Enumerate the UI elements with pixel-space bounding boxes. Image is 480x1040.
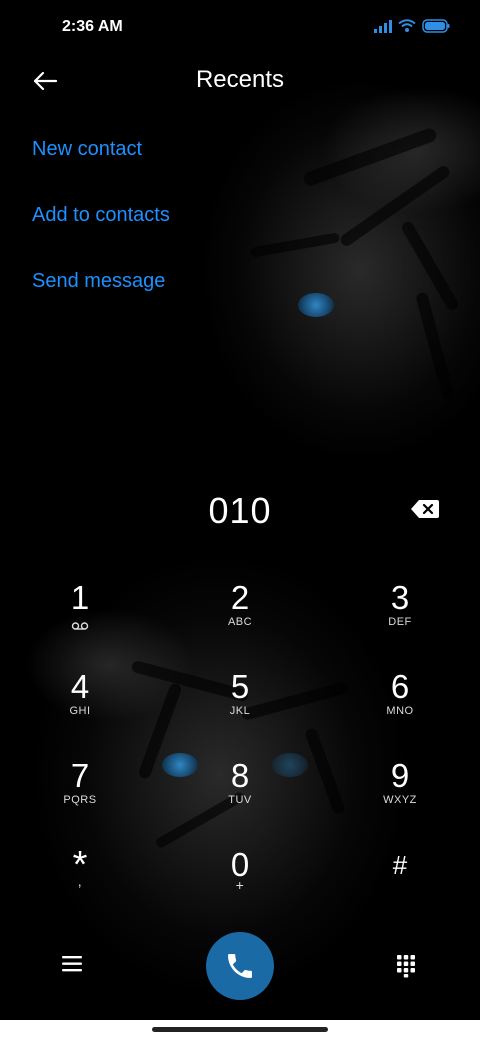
dial-key-5[interactable]: 5 JKL: [180, 667, 300, 747]
phone-icon: [228, 954, 252, 978]
key-letters: WXYZ: [383, 794, 417, 806]
key-digit: 9: [390, 757, 410, 794]
key-letters: GHI: [69, 705, 91, 717]
dialer-bottom-bar: [0, 930, 480, 1010]
new-contact-link[interactable]: New contact: [32, 138, 142, 161]
key-letters: +: [235, 877, 245, 893]
tiger-eye: [298, 293, 334, 317]
header: Recents: [0, 56, 480, 106]
dialpad-icon[interactable]: [396, 954, 416, 978]
status-bar: 2:36 AM: [0, 0, 480, 56]
wifi-icon: [398, 19, 416, 32]
dialed-number: 010: [208, 490, 272, 531]
key-letters: DEF: [388, 616, 412, 628]
dial-key-2[interactable]: 2 ABC: [180, 578, 300, 658]
dial-key-star[interactable]: * ,: [20, 845, 140, 925]
key-letters: ABC: [227, 616, 253, 628]
send-message-link[interactable]: Send message: [32, 270, 165, 293]
add-to-contacts-link[interactable]: Add to contacts: [32, 204, 170, 227]
dial-key-8[interactable]: 8 TUV: [180, 756, 300, 836]
dial-key-1[interactable]: 1: [20, 578, 140, 658]
key-digit: 1: [70, 579, 90, 616]
navigation-bar: [0, 1020, 480, 1040]
signal-icon: [374, 19, 392, 33]
home-indicator[interactable]: [152, 1027, 328, 1032]
menu-icon[interactable]: [62, 955, 84, 973]
key-digit: 3: [390, 579, 410, 616]
dial-key-0[interactable]: 0 +: [180, 845, 300, 925]
key-letters: TUV: [228, 794, 252, 806]
dial-key-6[interactable]: 6 MNO: [340, 667, 460, 747]
key-digit: 7: [70, 757, 90, 794]
dial-key-7[interactable]: 7 PQRS: [20, 756, 140, 836]
key-letters: MNO: [386, 705, 414, 717]
key-digit: 2: [230, 579, 250, 616]
key-digit: 6: [390, 668, 410, 705]
dial-key-9[interactable]: 9 WXYZ: [340, 756, 460, 836]
page-title: Recents: [195, 66, 285, 93]
call-button[interactable]: [206, 932, 274, 1000]
voicemail-icon: [71, 622, 89, 630]
key-letters: JKL: [229, 705, 251, 717]
key-digit: 8: [230, 757, 250, 794]
key-digit: 5: [230, 668, 250, 705]
status-icons: [374, 19, 450, 33]
battery-icon: [422, 19, 450, 33]
dial-key-3[interactable]: 3 DEF: [340, 578, 460, 658]
key-digit: #: [392, 850, 408, 880]
key-digit: 4: [70, 668, 90, 705]
dialed-number-row: 010: [0, 486, 480, 536]
backspace-icon[interactable]: [410, 498, 440, 520]
status-time: 2:36 AM: [62, 18, 123, 35]
dial-key-hash[interactable]: #: [340, 845, 460, 925]
dial-key-4[interactable]: 4 GHI: [20, 667, 140, 747]
key-letters: ,: [77, 873, 83, 889]
key-letters: PQRS: [63, 794, 97, 806]
